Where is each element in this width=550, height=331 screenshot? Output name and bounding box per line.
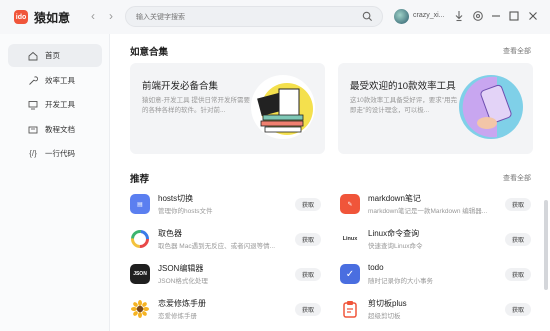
item-name: todo [368, 263, 384, 272]
back-button[interactable]: ‹ [91, 9, 95, 23]
minimize-icon[interactable] [490, 10, 502, 22]
markdown-icon: ✎ [340, 194, 360, 214]
get-button[interactable]: 获取 [505, 303, 531, 316]
settings-icon[interactable] [472, 10, 484, 22]
search-input[interactable] [136, 11, 356, 23]
item-name: 剪切板plus [368, 299, 407, 308]
item-desc: 随时记录你的大小事务 [368, 278, 433, 285]
collections-title: 如意合集 [130, 47, 169, 58]
get-button[interactable]: 获取 [505, 268, 531, 281]
title-bar: ido 猿如意 ‹ › crazy_xi... [0, 0, 550, 34]
app-title: 猿如意 [34, 11, 71, 25]
recommend-view-all-link[interactable]: 查看全部 [503, 173, 531, 183]
item-desc: 管理你的hosts文件 [158, 208, 213, 215]
sidebar-item-label: 效率工具 [45, 76, 75, 85]
get-button[interactable]: 获取 [295, 233, 321, 246]
linux-icon: Linux [340, 229, 360, 249]
avatar[interactable] [394, 9, 409, 24]
sidebar: 首页 效率工具 开发工具 教程文档 {/} 一行代码 [0, 34, 110, 331]
sidebar-item-label: 教程文档 [45, 125, 75, 134]
banner-title: 前端开发必备合集 [142, 81, 219, 92]
recommend-title: 推荐 [130, 174, 150, 185]
get-button[interactable]: 获取 [505, 233, 531, 246]
todo-icon: ✓ [340, 264, 360, 284]
sidebar-item-label: 一行代码 [45, 149, 75, 158]
sidebar-item-efficiency-tools[interactable]: 效率工具 [8, 69, 102, 92]
search-icon[interactable] [362, 11, 373, 22]
item-desc: 恋爱修炼手册 [158, 313, 197, 320]
code-icon: {/} [29, 149, 37, 158]
item-name: 恋爱修炼手册 [158, 299, 206, 308]
item-desc: JSON格式化处理 [158, 278, 208, 285]
hand-tablet-illustration [459, 75, 523, 139]
sidebar-item-label: 首页 [45, 51, 60, 60]
color-picker-icon [130, 229, 150, 249]
sidebar-item-label: 开发工具 [45, 100, 75, 109]
document-icon [28, 125, 38, 135]
collections-view-all-link[interactable]: 查看全部 [503, 46, 531, 56]
sidebar-item-one-line-code[interactable]: {/} 一行代码 [8, 142, 102, 165]
search-bar[interactable] [125, 6, 383, 27]
item-desc: 取色器 Mac遇到无反应、或者闪退等情... [158, 243, 276, 250]
app-logo: ido [14, 10, 28, 24]
list-item[interactable]: 恋爱修炼手册 恋爱修炼手册 获取 [130, 297, 340, 325]
list-item[interactable]: JSON JSON编辑器 JSON格式化处理 获取 [130, 262, 340, 290]
collection-banner[interactable]: 最受欢迎的10款效率工具 这10款效率工具备受好评，要求"用完即走"的设计理念，… [338, 63, 533, 154]
get-button[interactable]: 获取 [295, 268, 321, 281]
banner-title: 最受欢迎的10款效率工具 [350, 81, 456, 92]
username[interactable]: crazy_xi... [413, 12, 445, 19]
sidebar-item-home[interactable]: 首页 [8, 44, 102, 67]
json-icon: JSON [130, 264, 150, 284]
item-name: hosts切换 [158, 194, 194, 203]
close-icon[interactable] [527, 10, 539, 22]
home-icon [28, 51, 38, 61]
list-item[interactable]: 剪切板plus 超级剪切板 获取 [340, 297, 550, 325]
get-button[interactable]: 获取 [295, 198, 321, 211]
banner-desc: 这10款效率工具备受好评，要求"用完即走"的设计理念，可以极... [350, 97, 458, 114]
item-name: JSON编辑器 [158, 264, 204, 273]
sunflower-icon [130, 299, 150, 319]
banner-desc: 猿如意-开发工具 提供日常开发所需要的各种各样的软件。针对前... [142, 97, 250, 114]
sidebar-item-dev-tools[interactable]: 开发工具 [8, 93, 102, 116]
main-content: 如意合集 查看全部 前端开发必备合集 猿如意-开发工具 提供日常开发所需要的各种… [110, 34, 550, 331]
list-item[interactable]: ▤ hosts切换 管理你的hosts文件 获取 [130, 192, 340, 220]
item-name: markdown笔记 [368, 194, 421, 203]
sidebar-item-docs[interactable]: 教程文档 [8, 118, 102, 141]
item-desc: 超级剪切板 [368, 313, 401, 320]
item-name: Linux命令查询 [368, 229, 420, 238]
list-item[interactable]: Linux Linux命令查询 快速查询Linux命令 获取 [340, 227, 550, 255]
monitor-icon [28, 100, 38, 110]
java-script-books-illustration [251, 75, 315, 139]
download-icon[interactable] [453, 10, 465, 22]
list-item[interactable]: ✎ markdown笔记 markdown笔记是一款Markdown 编辑器..… [340, 192, 550, 220]
get-button[interactable]: 获取 [505, 198, 531, 211]
item-desc: markdown笔记是一款Markdown 编辑器... [368, 208, 488, 215]
hosts-icon: ▤ [130, 194, 150, 214]
get-button[interactable]: 获取 [295, 303, 321, 316]
maximize-icon[interactable] [508, 10, 520, 22]
scrollbar[interactable] [544, 200, 548, 290]
list-item[interactable]: ✓ todo 随时记录你的大小事务 获取 [340, 262, 550, 290]
clipboard-icon [340, 299, 360, 319]
item-desc: 快速查询Linux命令 [368, 243, 423, 250]
wrench-icon [28, 75, 38, 86]
list-item[interactable]: 取色器 取色器 Mac遇到无反应、或者闪退等情... 获取 [130, 227, 340, 255]
collection-banner[interactable]: 前端开发必备合集 猿如意-开发工具 提供日常开发所需要的各种各样的软件。针对前.… [130, 63, 325, 154]
forward-button[interactable]: › [109, 9, 113, 23]
item-name: 取色器 [158, 229, 182, 238]
